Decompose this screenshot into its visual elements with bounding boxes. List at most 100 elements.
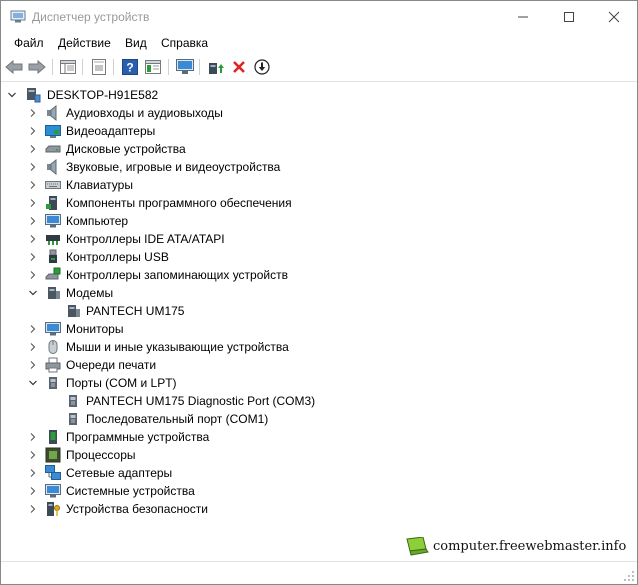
scan-hardware-button[interactable] xyxy=(175,58,195,76)
tree-expander[interactable] xyxy=(26,123,40,139)
back-button[interactable] xyxy=(4,58,24,76)
maximize-button[interactable] xyxy=(546,1,592,32)
tree-category-label: Звуковые, игровые и видеоустройства xyxy=(66,160,281,174)
menu-file[interactable]: Файл xyxy=(13,36,45,50)
menu-help[interactable]: Справка xyxy=(160,36,209,50)
tree-expander[interactable] xyxy=(26,267,40,283)
tree-category[interactable]: Системные устройства xyxy=(1,482,401,500)
tree-expander[interactable] xyxy=(26,465,40,481)
help-button[interactable]: ? xyxy=(120,58,140,76)
tree-expander[interactable] xyxy=(26,105,40,121)
tree-category-label: Устройства безопасности xyxy=(66,502,208,516)
resize-grip-icon[interactable] xyxy=(623,570,635,582)
speaker-icon xyxy=(45,105,61,121)
tree-category-label: Очереди печати xyxy=(66,358,157,372)
menu-view[interactable]: Вид xyxy=(124,36,148,50)
chevron-down-icon xyxy=(29,290,37,296)
tree-expander[interactable] xyxy=(26,177,40,193)
tree-category-label: Компоненты программного обеспечения xyxy=(66,196,292,210)
tree-category[interactable]: Очереди печати xyxy=(1,356,401,374)
close-button[interactable] xyxy=(591,1,637,32)
tree-expander[interactable] xyxy=(26,375,40,391)
tree-expander[interactable] xyxy=(26,339,40,355)
port-icon xyxy=(45,375,61,391)
chevron-right-icon xyxy=(30,487,36,495)
tree-expander[interactable] xyxy=(26,213,40,229)
minimize-button[interactable] xyxy=(500,1,546,32)
tree-expander[interactable] xyxy=(26,249,40,265)
tree-category-label: Сетевые адаптеры xyxy=(66,466,173,480)
tree-category[interactable]: Аудиовходы и аудиовыходы xyxy=(1,104,401,122)
tree-expander[interactable] xyxy=(26,357,40,373)
menu-action[interactable]: Действие xyxy=(57,36,112,50)
tree-category-label: Компьютер xyxy=(66,214,129,228)
tree-category[interactable]: Процессоры xyxy=(1,446,401,464)
tree-category[interactable]: Контроллеры USB xyxy=(1,248,401,266)
modem-icon xyxy=(45,285,61,301)
tree-expander[interactable] xyxy=(26,141,40,157)
chevron-right-icon xyxy=(30,271,36,279)
chevron-right-icon xyxy=(30,145,36,153)
watermark: computer.freewebmaster.info xyxy=(403,535,633,561)
tree-category[interactable]: Звуковые, игровые и видеоустройства xyxy=(1,158,401,176)
tree-expander[interactable] xyxy=(26,195,40,211)
tree-category[interactable]: Программные устройства xyxy=(1,428,401,446)
tree-root[interactable]: DESKTOP-H91E582 xyxy=(1,86,401,104)
forward-button[interactable] xyxy=(27,58,47,76)
tree-category-label: Процессоры xyxy=(66,448,136,462)
tree-expander[interactable] xyxy=(5,87,19,103)
tree-category[interactable]: Порты (COM и LPT) xyxy=(1,374,401,392)
title-bar: Диспетчер устройств xyxy=(1,1,637,32)
software-component-icon xyxy=(45,195,61,211)
update-driver-button[interactable] xyxy=(206,58,226,76)
window-title: Диспетчер устройств xyxy=(32,10,150,24)
disable-device-button[interactable] xyxy=(252,58,272,76)
chevron-right-icon xyxy=(30,199,36,207)
device-tree: DESKTOP-H91E582 Аудиовходы и аудиовыходы… xyxy=(1,83,637,561)
chevron-right-icon xyxy=(30,505,36,513)
details-view-button[interactable] xyxy=(143,58,163,76)
toolbar-separator xyxy=(113,59,114,75)
tree-category-label: Аудиовходы и аудиовыходы xyxy=(66,106,223,120)
scan-hardware-icon xyxy=(176,59,194,74)
tree-category[interactable]: Устройства безопасности xyxy=(1,500,401,518)
keyboard-icon xyxy=(45,177,61,193)
update-driver-icon xyxy=(209,63,224,74)
tree-category[interactable]: Сетевые адаптеры xyxy=(1,464,401,482)
chevron-right-icon xyxy=(30,217,36,225)
device-manager-app-icon xyxy=(10,10,26,23)
tree-expander[interactable] xyxy=(26,285,40,301)
tree-category[interactable]: Клавиатуры xyxy=(1,176,401,194)
disk-drive-icon xyxy=(45,141,61,157)
uninstall-device-button[interactable] xyxy=(229,58,249,76)
tree-category-label: Мыши и иные указывающие устройства xyxy=(66,340,289,354)
tree-category[interactable]: Мониторы xyxy=(1,320,401,338)
tree-device[interactable]: PANTECH UM175 xyxy=(1,302,401,320)
tree-expander[interactable] xyxy=(26,231,40,247)
tree-expander[interactable] xyxy=(26,483,40,499)
disable-device-icon xyxy=(254,59,270,75)
tree-expander[interactable] xyxy=(26,321,40,337)
tree-expander[interactable] xyxy=(26,447,40,463)
tree-category[interactable]: Компоненты программного обеспечения xyxy=(1,194,401,212)
tree-device[interactable]: Последовательный порт (COM1) xyxy=(1,410,401,428)
tree-category[interactable]: Модемы xyxy=(1,284,401,302)
tree-expander[interactable] xyxy=(26,501,40,517)
properties-button[interactable] xyxy=(89,58,109,76)
tree-category[interactable]: Компьютер xyxy=(1,212,401,230)
tree-category[interactable]: Дисковые устройства xyxy=(1,140,401,158)
tree-category[interactable]: Контроллеры запоминающих устройств xyxy=(1,266,401,284)
show-hide-tree-button[interactable] xyxy=(58,58,78,76)
tree-expander[interactable] xyxy=(26,429,40,445)
tree-category[interactable]: Видеоадаптеры xyxy=(1,122,401,140)
chevron-right-icon xyxy=(30,451,36,459)
tree-root-label: DESKTOP-H91E582 xyxy=(47,88,159,102)
tree-category-label: Системные устройства xyxy=(66,484,195,498)
tree-category[interactable]: Контроллеры IDE ATA/ATAPI xyxy=(1,230,401,248)
display-adapter-icon xyxy=(45,123,61,139)
tree-category[interactable]: Мыши и иные указывающие устройства xyxy=(1,338,401,356)
toolbar-separator xyxy=(82,59,83,75)
tree-expander[interactable] xyxy=(26,159,40,175)
mouse-icon xyxy=(45,339,61,355)
tree-device[interactable]: PANTECH UM175 Diagnostic Port (COM3) xyxy=(1,392,401,410)
